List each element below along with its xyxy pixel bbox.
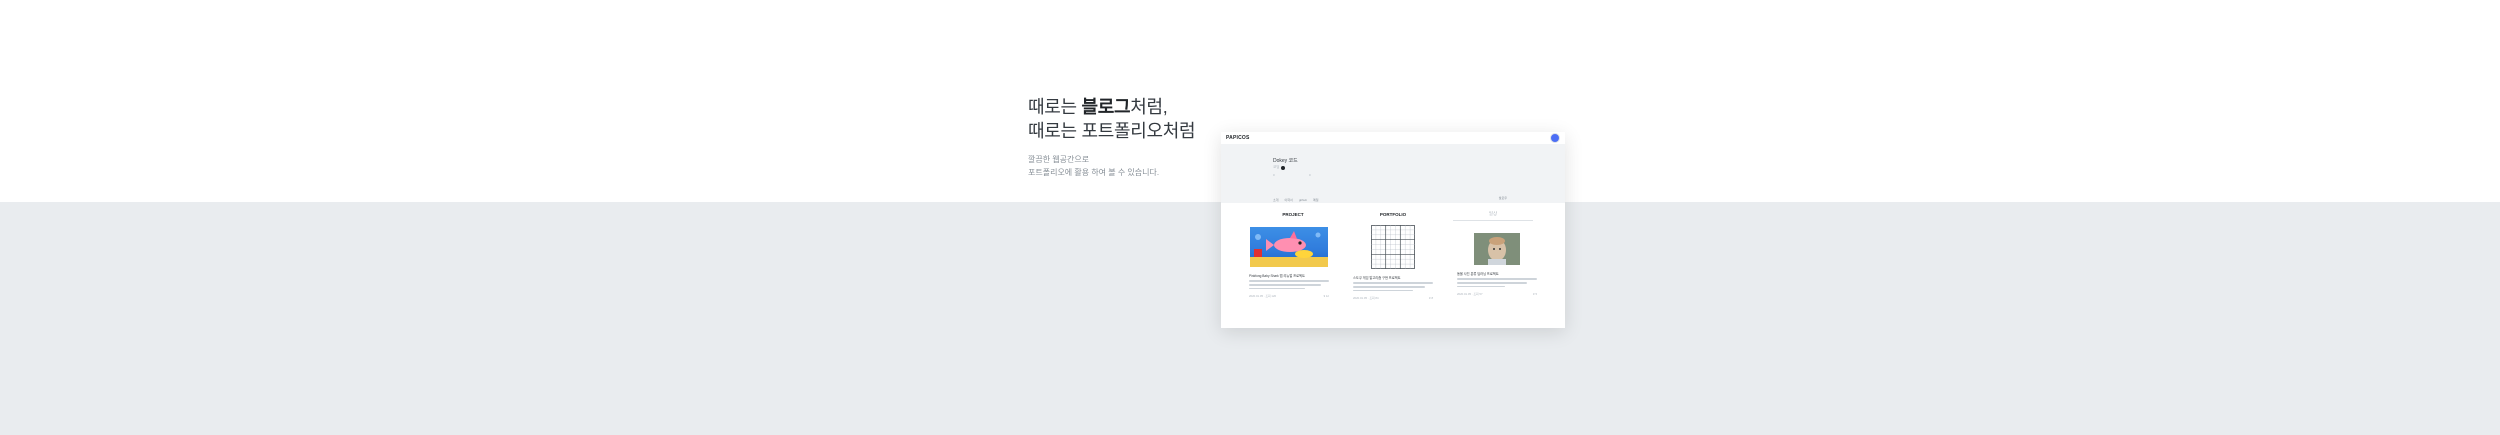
stat-value: 0: [1273, 173, 1275, 177]
profile-section: Dokey 코드 코딩 0 0 소개 이력서 github 메일 팔로우: [1221, 145, 1565, 203]
hero-copy: 때로는 블로그처럼, 때로는 포트폴리오처럼 깔끔한 웹공간으로 포트폴리오에 활…: [1028, 95, 1228, 179]
animal-photo-thumbnail: [1474, 233, 1520, 265]
profile-link-github[interactable]: github: [1299, 198, 1307, 202]
tab-daily[interactable]: 일상: [1453, 211, 1533, 221]
post-meta: 2020.01.05 · 조회 57 ♥ 5: [1457, 292, 1537, 297]
profile-stats: 0 0: [1273, 173, 1315, 177]
mockup-header: PAPICOS: [1221, 132, 1565, 145]
hero-headline-2: 때로는 포트폴리오처럼: [1028, 121, 1196, 141]
profile-name: Dokey 코드: [1273, 158, 1298, 164]
category-tabs: PROJECT PORTFOLIO 일상: [1221, 207, 1565, 225]
profile-badge: 코딩: [1273, 165, 1286, 170]
hero-description: 깔끔한 웹공간으로 포트폴리오에 활용 하여 볼 수 있습니다.: [1028, 155, 1160, 177]
post-meta: 2020.01.05 · 조회 84 ♥ 8: [1353, 296, 1433, 301]
sudoku-thumbnail: [1371, 225, 1415, 269]
post-card[interactable]: Pinkfong Baby Shark 앱 리뉴얼 프로젝트 2020.01.0…: [1249, 227, 1329, 300]
tab-portfolio[interactable]: PORTFOLIO: [1353, 212, 1433, 220]
profile-link-resume[interactable]: 이력서: [1285, 198, 1293, 202]
mockup-logo[interactable]: PAPICOS: [1226, 135, 1250, 141]
stat-value: 0: [1309, 173, 1311, 177]
profile-links: 소개 이력서 github 메일: [1273, 198, 1319, 202]
hero-highlight: 블로그: [1081, 97, 1131, 117]
post-title: 동물 사진 분류 딥러닝 프로젝트: [1457, 272, 1499, 276]
user-avatar[interactable]: [1550, 133, 1560, 143]
hero-headline-1: 때로는 블로그처럼,: [1028, 97, 1168, 117]
follow-button[interactable]: 팔로우: [1499, 196, 1507, 200]
post-list: Pinkfong Baby Shark 앱 리뉴얼 프로젝트 2020.01.0…: [1221, 225, 1565, 301]
tab-project[interactable]: PROJECT: [1253, 212, 1333, 220]
post-title: 스도쿠 게임 알고리즘 구현 프로젝트: [1353, 276, 1401, 280]
post-meta: 2020.01.05 · 조회 120 ♥ 12: [1249, 294, 1329, 299]
post-title: Pinkfong Baby Shark 앱 리뉴얼 프로젝트: [1249, 274, 1305, 278]
post-card[interactable]: 스도쿠 게임 알고리즘 구현 프로젝트 2020.01.05 · 조회 84 ♥ …: [1353, 225, 1433, 301]
baby-shark-thumbnail: [1250, 227, 1328, 267]
blog-mockup: PAPICOS Dokey 코드 코딩 0 0 소개 이력서 github 메일…: [1221, 132, 1565, 328]
profile-link-about[interactable]: 소개: [1273, 198, 1279, 202]
status-dot-icon: [1281, 165, 1286, 170]
post-card[interactable]: 동물 사진 분류 딥러닝 프로젝트 2020.01.05 · 조회 57 ♥ 5: [1457, 227, 1537, 300]
profile-link-mail[interactable]: 메일: [1313, 198, 1319, 202]
